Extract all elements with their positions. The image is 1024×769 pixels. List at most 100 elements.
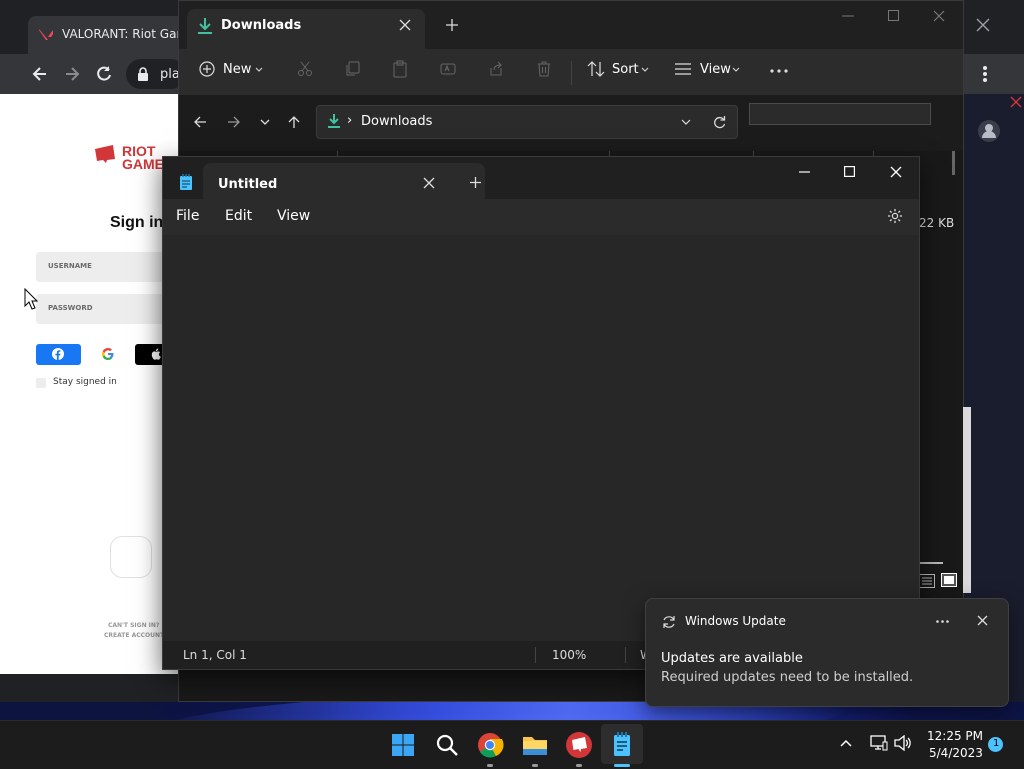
show-hidden-icons-chevron-icon[interactable] <box>840 739 852 747</box>
rename-icon[interactable] <box>440 61 456 77</box>
notepad-window: Untitled File Edit View Ln 1, Col 1 100% <box>162 156 920 670</box>
explorer-maximize-icon[interactable] <box>888 10 899 21</box>
scrollbar-track[interactable] <box>963 407 971 593</box>
notepad-tab-close-icon[interactable] <box>423 177 435 189</box>
explorer-tab[interactable]: Downloads <box>187 9 425 49</box>
explorer-new-tab-icon[interactable] <box>445 18 459 32</box>
menu-file[interactable]: File <box>176 208 199 224</box>
browser-close-icon[interactable] <box>976 18 990 32</box>
clock-time[interactable]: 12:25 PM <box>927 729 983 743</box>
view-label: View <box>700 62 731 77</box>
reload-icon[interactable] <box>94 64 114 84</box>
selection-underline <box>919 562 943 564</box>
facebook-icon <box>52 348 64 360</box>
recent-locations-icon[interactable] <box>260 119 270 125</box>
tiles-view-icon[interactable] <box>941 573 957 587</box>
explorer-minimize-icon[interactable] <box>842 15 854 17</box>
google-icon <box>102 348 114 360</box>
notepad-close-icon[interactable] <box>890 166 902 178</box>
volume-icon[interactable] <box>894 735 912 751</box>
view-button[interactable]: View <box>675 59 745 85</box>
stay-signed-in-checkbox[interactable] <box>36 378 46 388</box>
explorer-search-input[interactable] <box>749 103 931 125</box>
side-panel-close-icon[interactable] <box>1010 96 1022 108</box>
badge-count: 1 <box>993 738 1000 749</box>
explorer-running-indicator <box>532 764 538 767</box>
browser-address-bar[interactable]: pla <box>126 59 186 89</box>
profile-icon[interactable] <box>978 120 1000 142</box>
downloads-icon <box>197 17 213 35</box>
start-windows-icon[interactable] <box>387 729 419 761</box>
menu-edit[interactable]: Edit <box>225 208 252 224</box>
explorer-close-icon[interactable] <box>933 10 945 22</box>
new-button[interactable]: New <box>199 59 269 85</box>
stay-signed-in-label: Stay signed in <box>53 377 117 387</box>
notepad-text-area[interactable] <box>163 235 919 641</box>
explorer-command-bar: New Sort View <box>179 49 963 95</box>
clock-date[interactable]: 5/4/2023 <box>929 746 983 760</box>
path-segment[interactable]: Downloads <box>361 114 432 129</box>
notepad-titlebar: Untitled <box>163 157 919 199</box>
valorant-icon <box>38 27 54 43</box>
notepad-new-tab-icon[interactable] <box>469 176 482 189</box>
riot-client-icon[interactable] <box>563 729 595 761</box>
downloads-icon <box>328 114 340 128</box>
status-zoom[interactable]: 100% <box>552 648 586 662</box>
browser-tab[interactable]: VALORANT: Riot Games <box>28 16 202 54</box>
notification-title: Updates are available <box>661 651 803 666</box>
more-options-icon[interactable] <box>770 69 788 73</box>
explorer-path-bar[interactable]: › Downloads <box>316 105 738 139</box>
explorer-tab-close-icon[interactable] <box>399 19 411 31</box>
explorer-forward-icon[interactable] <box>227 115 241 129</box>
notepad-menubar: File Edit View <box>163 199 919 235</box>
signin-arrow-button[interactable] <box>110 536 152 578</box>
refresh-icon[interactable] <box>712 115 726 129</box>
notification-more-icon[interactable] <box>936 620 949 623</box>
scrollbar[interactable] <box>952 151 955 175</box>
signin-heading: Sign in <box>110 214 164 231</box>
apple-icon <box>151 348 161 360</box>
address-text: pla <box>160 67 180 82</box>
chevron-down-icon <box>732 67 740 72</box>
notepad-minimize-icon[interactable] <box>799 171 810 173</box>
share-icon[interactable] <box>488 61 504 77</box>
search-icon[interactable] <box>431 729 463 761</box>
sort-button[interactable]: Sort <box>587 59 657 85</box>
riot-signin-page: RIOT GAMES Sign in USERNAME PASSWORD Sta… <box>0 94 180 674</box>
menu-view[interactable]: View <box>277 208 310 224</box>
cant-sign-in-link[interactable]: CAN'T SIGN IN? <box>108 622 159 629</box>
mouse-cursor-icon <box>24 288 38 310</box>
create-account-link[interactable]: CREATE ACCOUNT <box>104 632 164 639</box>
notepad-tab-title: Untitled <box>218 177 278 192</box>
facebook-signin-button[interactable] <box>36 344 81 365</box>
paste-icon[interactable] <box>392 60 408 78</box>
chevron-down-icon[interactable] <box>681 119 691 125</box>
copy-icon[interactable] <box>344 61 360 77</box>
windows-update-notification[interactable]: Windows Update Updates are available Req… <box>645 598 1009 707</box>
password-input[interactable]: PASSWORD <box>36 294 176 324</box>
browser-menu-icon[interactable] <box>982 64 988 84</box>
settings-gear-icon[interactable] <box>887 208 903 224</box>
update-sync-icon <box>662 615 676 629</box>
up-folder-icon[interactable] <box>287 115 301 129</box>
forward-arrow-icon[interactable] <box>62 64 82 84</box>
chrome-running-indicator <box>487 764 493 767</box>
chevron-down-icon <box>641 67 649 72</box>
chrome-icon[interactable] <box>474 729 506 761</box>
back-arrow-icon[interactable] <box>30 64 50 84</box>
username-input[interactable]: USERNAME <box>36 252 176 282</box>
notepad-active-indicator <box>614 764 630 767</box>
notification-close-icon[interactable] <box>977 615 988 626</box>
notepad-tab[interactable]: Untitled <box>203 163 485 199</box>
details-view-icon[interactable] <box>919 574 935 588</box>
cut-icon[interactable] <box>297 61 313 77</box>
explorer-address-row: › Downloads <box>179 95 963 151</box>
notepad-maximize-icon[interactable] <box>844 166 855 177</box>
delete-icon[interactable] <box>536 61 552 77</box>
file-explorer-icon[interactable] <box>519 729 551 761</box>
explorer-back-icon[interactable] <box>193 115 207 129</box>
network-icon[interactable] <box>870 735 888 751</box>
google-signin-button[interactable] <box>86 344 131 365</box>
notification-center-badge[interactable]: 1 <box>988 737 1003 752</box>
notepad-taskbar-icon[interactable] <box>606 729 638 761</box>
